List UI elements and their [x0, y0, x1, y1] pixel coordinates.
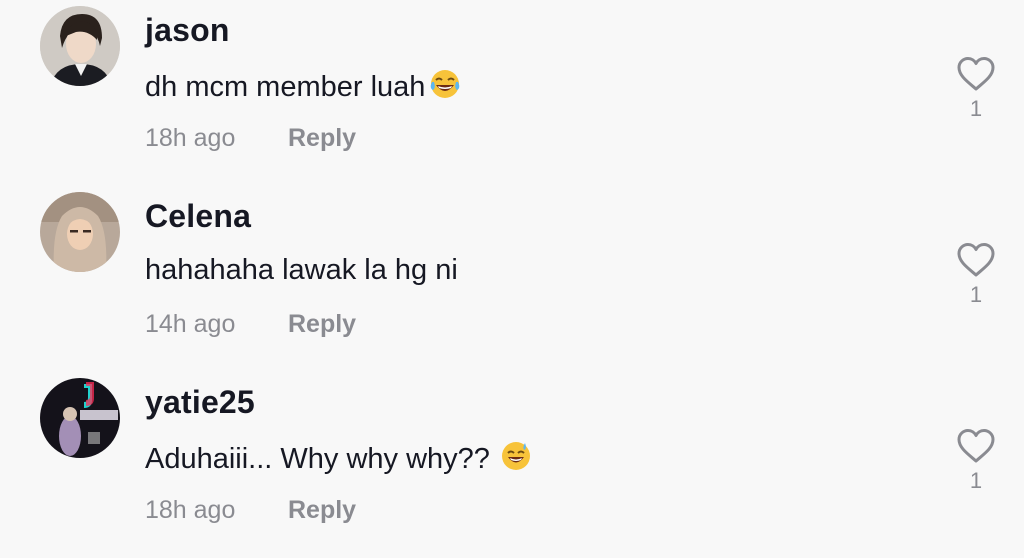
username[interactable]: yatie25 — [145, 384, 255, 421]
like-count: 1 — [969, 282, 983, 307]
like-count: 1 — [969, 468, 983, 493]
comment-text: dh mcm member luah — [145, 68, 461, 108]
comment-text: Aduhaiii... Why why why?? — [145, 440, 532, 480]
avatar[interactable] — [40, 192, 120, 272]
comment-timestamp: 14h ago — [145, 310, 236, 338]
comment-text: hahahaha lawak la hg ni — [145, 254, 458, 286]
like-count: 1 — [969, 96, 983, 121]
comment-item: Celena hahahaha lawak la hg ni 14h ago R… — [0, 186, 1024, 372]
avatar[interactable] — [40, 378, 120, 458]
joy-emoji-icon — [429, 68, 461, 108]
comment-text-content: Aduhaiii... Why why why?? — [145, 443, 490, 475]
reply-button[interactable]: Reply — [288, 496, 356, 525]
comment-item: yatie25 Aduhaiii... Why why why?? 18h ag… — [0, 372, 1024, 558]
comment-timestamp: 18h ago — [145, 124, 236, 152]
reply-button[interactable]: Reply — [288, 124, 356, 153]
heart-icon[interactable] — [956, 56, 996, 92]
sweat-smile-emoji-icon — [500, 440, 532, 480]
avatar[interactable] — [40, 6, 120, 86]
comment-timestamp: 18h ago — [145, 496, 236, 524]
heart-icon[interactable] — [956, 242, 996, 278]
username[interactable]: jason — [145, 12, 230, 49]
username[interactable]: Celena — [145, 198, 251, 235]
reply-button[interactable]: Reply — [288, 310, 356, 339]
heart-icon[interactable] — [956, 428, 996, 464]
comment-text-content: dh mcm member luah — [145, 71, 426, 103]
comment-item: jason dh mcm member luah 18h ago Reply 1 — [0, 0, 1024, 186]
